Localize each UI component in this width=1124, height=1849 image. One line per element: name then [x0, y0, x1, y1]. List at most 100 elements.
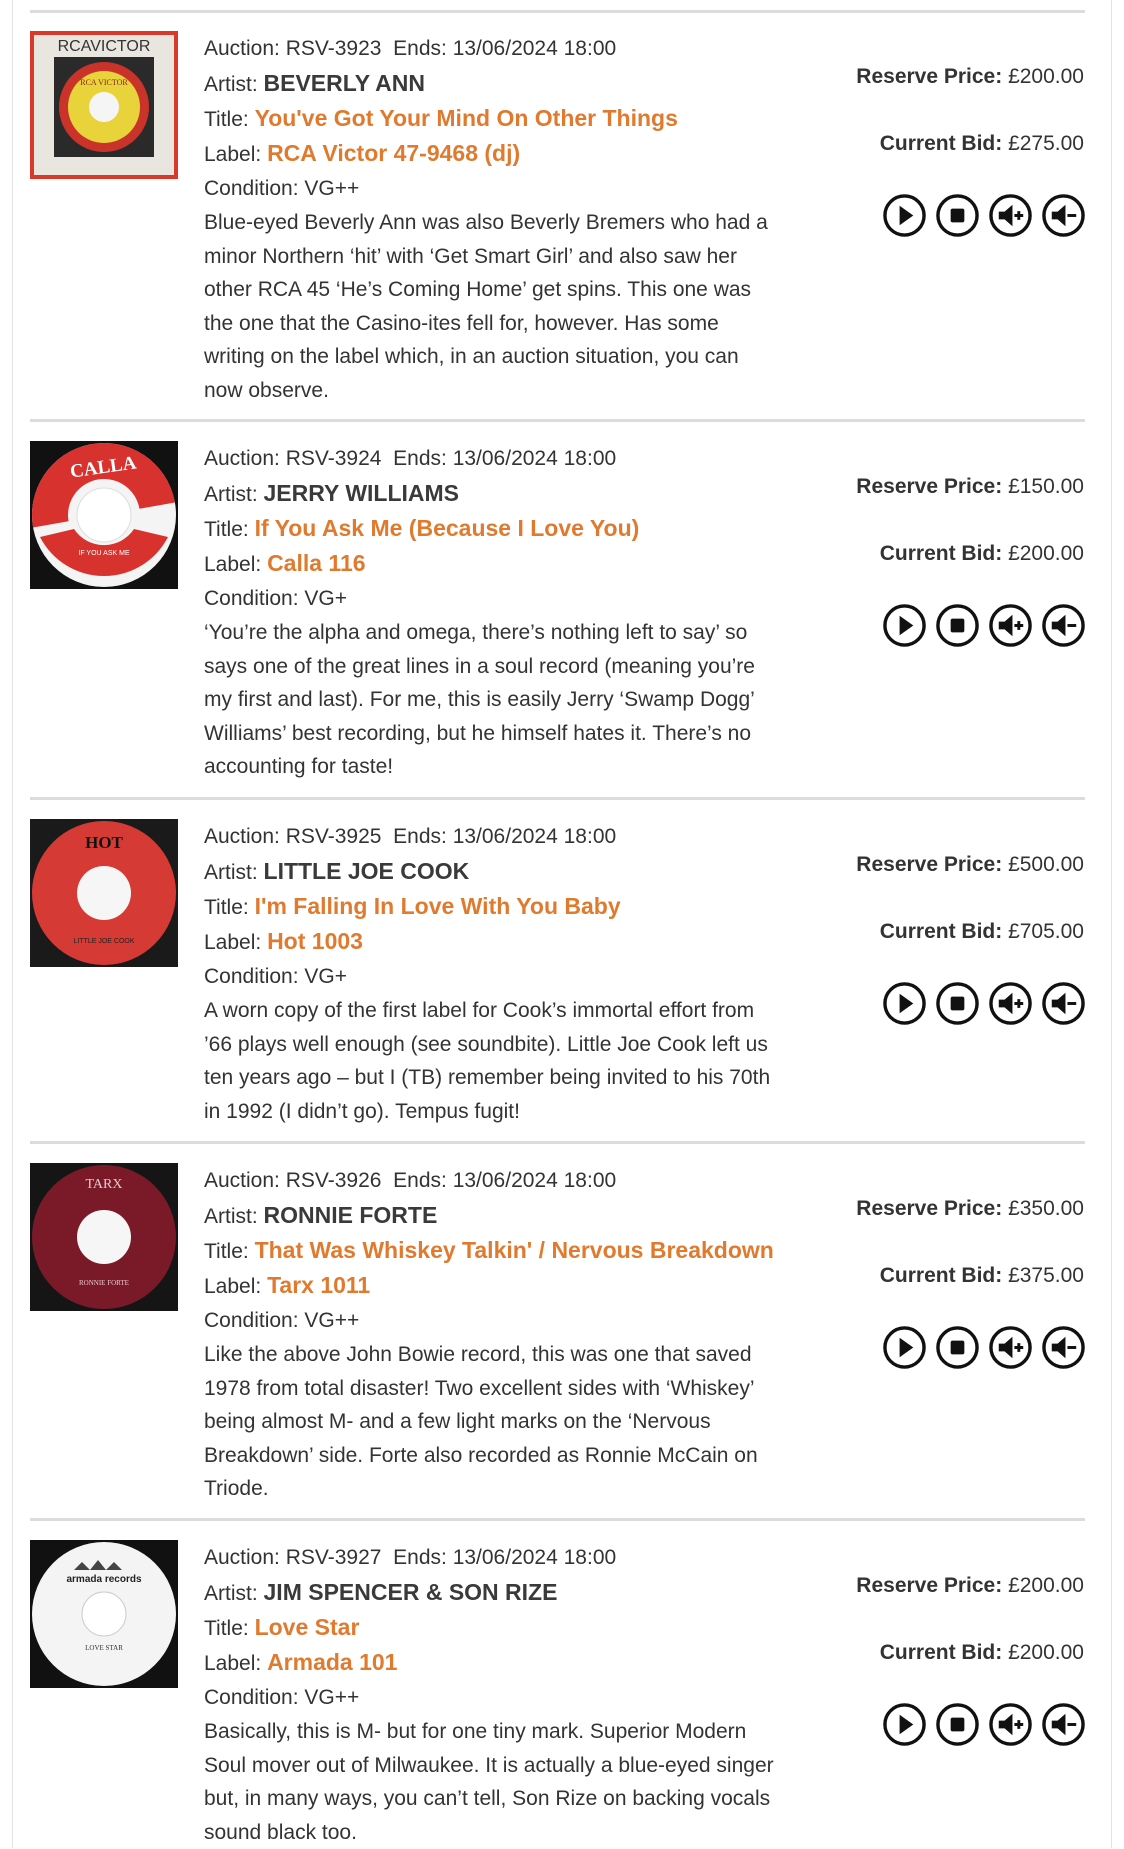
title-label: Title:	[204, 1617, 249, 1640]
current-bid: Current Bid: £375.00	[880, 1264, 1084, 1288]
current-label: Current Bid:	[880, 542, 1003, 565]
play-icon[interactable]	[882, 603, 927, 648]
current-value: £375.00	[1008, 1264, 1084, 1287]
artist-line: Artist: BEVERLY ANN	[204, 66, 824, 101]
stop-icon[interactable]	[935, 193, 980, 238]
record-label-image[interactable]: RCAVICTOR RCA VICTOR	[30, 31, 178, 179]
audio-controls	[882, 1702, 1086, 1747]
reserve-label: Reserve Price:	[856, 1197, 1002, 1220]
separator	[30, 419, 1085, 422]
current-bid: Current Bid: £705.00	[880, 920, 1084, 944]
title-link[interactable]: If You Ask Me (Because I Love You)	[255, 515, 640, 541]
condition-label: Condition:	[204, 1309, 299, 1332]
audio-controls	[882, 603, 1086, 648]
description-line: Breakdown’ side. Forte also recorded as …	[204, 1439, 824, 1473]
reserve-value: £500.00	[1008, 853, 1084, 876]
condition-value: VG++	[304, 177, 359, 200]
play-icon[interactable]	[882, 1325, 927, 1370]
volume-down-icon[interactable]	[1041, 193, 1086, 238]
current-bid: Current Bid: £275.00	[880, 132, 1084, 156]
label-label: Label:	[204, 553, 261, 576]
auction-label: Auction:	[204, 825, 280, 848]
volume-up-icon[interactable]	[988, 603, 1033, 648]
description-line: sound black too.	[204, 1816, 824, 1849]
auction-id: RSV-3923	[286, 37, 382, 60]
artist-name: LITTLE JOE COOK	[264, 858, 470, 884]
volume-down-icon[interactable]	[1041, 1325, 1086, 1370]
play-icon[interactable]	[882, 193, 927, 238]
ends-date: 13/06/2024 18:00	[453, 37, 617, 60]
reserve-price: Reserve Price: £350.00	[856, 1197, 1084, 1221]
record-label-image[interactable]: TARX RONNIE FORTE	[30, 1163, 178, 1311]
artist-line: Artist: JIM SPENCER & SON RIZE	[204, 1575, 824, 1610]
reserve-price: Reserve Price: £500.00	[856, 853, 1084, 877]
auction-id: RSV-3927	[286, 1546, 382, 1569]
label-label: Label:	[204, 1652, 261, 1675]
ends-label: Ends:	[393, 825, 447, 848]
lot-info: Auction: RSV-3925 Ends: 13/06/2024 18:00…	[204, 819, 824, 1128]
artist-line: Artist: RONNIE FORTE	[204, 1198, 824, 1233]
auction-line: Auction: RSV-3924 Ends: 13/06/2024 18:00	[204, 441, 824, 476]
volume-down-icon[interactable]	[1041, 981, 1086, 1026]
stop-icon[interactable]	[935, 1325, 980, 1370]
condition-label: Condition:	[204, 965, 299, 988]
ends-date: 13/06/2024 18:00	[453, 1169, 617, 1192]
play-icon[interactable]	[882, 981, 927, 1026]
ends-date: 13/06/2024 18:00	[453, 447, 617, 470]
title-link[interactable]: You've Got Your Mind On Other Things	[255, 105, 678, 131]
stop-icon[interactable]	[935, 1702, 980, 1747]
reserve-label: Reserve Price:	[856, 475, 1002, 498]
description-line: other RCA 45 ‘He’s Coming Home’ get spin…	[204, 273, 824, 307]
artist-name: BEVERLY ANN	[264, 70, 425, 96]
record-label-image[interactable]: CALLA IF YOU ASK ME	[30, 441, 178, 589]
volume-up-icon[interactable]	[988, 981, 1033, 1026]
description-line: in 1992 (I didn’t go). Tempus fugit!	[204, 1095, 824, 1129]
audio-controls	[882, 981, 1086, 1026]
label-link[interactable]: Hot 1003	[267, 928, 363, 954]
audio-controls	[882, 193, 1086, 238]
description-line: writing on the label which, in an auctio…	[204, 340, 824, 374]
stop-icon[interactable]	[935, 981, 980, 1026]
label-line: Label: RCA Victor 47-9468 (dj)	[204, 136, 824, 171]
record-label-image[interactable]: armada records LOVE STAR	[30, 1540, 178, 1688]
label-link[interactable]: Calla 116	[267, 550, 365, 576]
volume-up-icon[interactable]	[988, 1325, 1033, 1370]
description-line: Soul mover out of Milwaukee. It is actua…	[204, 1749, 824, 1783]
label-link[interactable]: Armada 101	[267, 1649, 397, 1675]
title-line: Title: I'm Falling In Love With You Baby	[204, 889, 824, 924]
price-panel: Reserve Price: £200.00 Current Bid: £275…	[784, 31, 1084, 331]
volume-down-icon[interactable]	[1041, 1702, 1086, 1747]
label-link[interactable]: Tarx 1011	[267, 1272, 370, 1298]
ends-label: Ends:	[393, 447, 447, 470]
label-label: Label:	[204, 143, 261, 166]
separator	[30, 1141, 1085, 1144]
record-label-image[interactable]: HOT LITTLE JOE COOK	[30, 819, 178, 967]
condition-line: Condition: VG++	[204, 171, 824, 206]
reserve-price: Reserve Price: £150.00	[856, 475, 1084, 499]
lot-info: Auction: RSV-3923 Ends: 13/06/2024 18:00…	[204, 31, 824, 407]
play-icon[interactable]	[882, 1702, 927, 1747]
title-link[interactable]: Love Star	[255, 1614, 360, 1640]
auction-label: Auction:	[204, 1546, 280, 1569]
audio-controls	[882, 1325, 1086, 1370]
volume-up-icon[interactable]	[988, 1702, 1033, 1747]
volume-up-icon[interactable]	[988, 193, 1033, 238]
description-line: Basically, this is M- but for one tiny m…	[204, 1715, 824, 1749]
ends-date: 13/06/2024 18:00	[453, 825, 617, 848]
artist-name: JIM SPENCER & SON RIZE	[264, 1579, 558, 1605]
volume-down-icon[interactable]	[1041, 603, 1086, 648]
label-link[interactable]: RCA Victor 47-9468 (dj)	[267, 140, 520, 166]
artist-line: Artist: LITTLE JOE COOK	[204, 854, 824, 889]
title-link[interactable]: That Was Whiskey Talkin' / Nervous Break…	[255, 1237, 774, 1263]
stop-icon[interactable]	[935, 603, 980, 648]
title-link[interactable]: I'm Falling In Love With You Baby	[255, 893, 621, 919]
thumb-text: LITTLE JOE COOK	[73, 938, 134, 945]
condition-label: Condition:	[204, 177, 299, 200]
thumb-text: armada records	[66, 1574, 141, 1585]
condition-line: Condition: VG+	[204, 959, 824, 994]
title-label: Title:	[204, 1240, 249, 1263]
description-line: being almost M- and a few light marks on…	[204, 1405, 824, 1439]
condition-label: Condition:	[204, 1686, 299, 1709]
auction-label: Auction:	[204, 37, 280, 60]
price-panel: Reserve Price: £200.00 Current Bid: £200…	[784, 1540, 1084, 1840]
